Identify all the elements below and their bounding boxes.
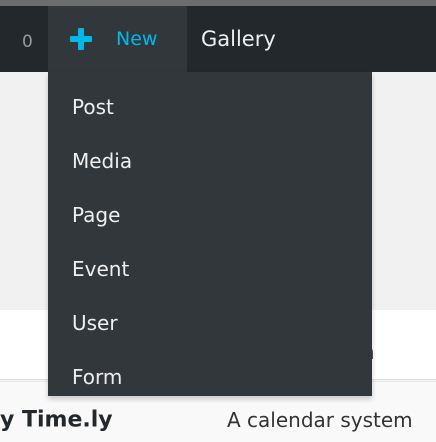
menu-item-form[interactable]: Form (48, 350, 372, 404)
menu-item-event[interactable]: Event (48, 242, 372, 296)
menu-item-page[interactable]: Page (48, 188, 372, 242)
menu-item-label: User (72, 311, 118, 335)
gallery-menu-item[interactable]: Gallery (201, 27, 276, 51)
menu-item-label: Form (72, 365, 123, 389)
plugin-name[interactable]: y Time.ly (0, 408, 113, 433)
menu-item-user[interactable]: User (48, 296, 372, 350)
new-content-button[interactable]: New (48, 6, 187, 72)
new-content-dropdown: Post Media Page Event User Form (48, 72, 372, 396)
comments-count[interactable]: 0 (22, 32, 33, 52)
menu-item-label: Post (72, 95, 114, 119)
menu-item-label: Media (72, 149, 133, 173)
plus-icon (70, 28, 92, 50)
menu-item-label: Event (72, 257, 130, 281)
new-content-label: New (116, 28, 158, 50)
plugin-description: A calendar system (227, 408, 413, 432)
menu-item-media[interactable]: Media (48, 134, 372, 188)
menu-item-post[interactable]: Post (48, 80, 372, 134)
menu-item-label: Page (72, 203, 121, 227)
